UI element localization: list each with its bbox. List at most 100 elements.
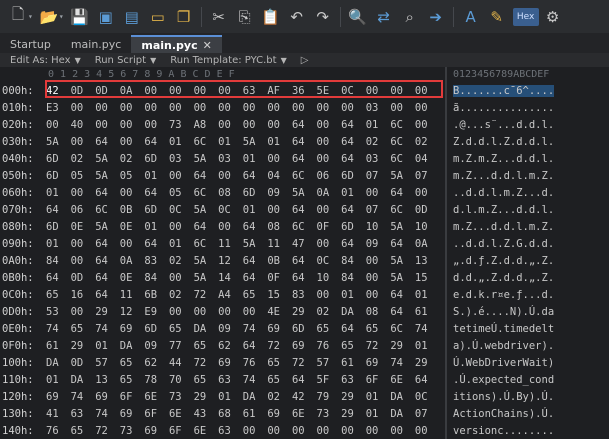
hex-byte[interactable]: 78 [144, 374, 169, 386]
hex-byte[interactable]: 53 [46, 306, 71, 318]
hex-byte[interactable]: 64 [243, 340, 268, 352]
hex-byte[interactable]: 00 [317, 238, 342, 250]
hex-byte[interactable]: 6C [194, 238, 219, 250]
hex-byte[interactable]: 03 [218, 153, 243, 165]
hex-byte[interactable]: 00 [317, 289, 342, 301]
hex-row[interactable]: 010h: E3 00 00 00 00 00 00 00 00 00 00 00 00 03 00 00 [0, 99, 444, 116]
hex-byte[interactable]: 57 [95, 357, 120, 369]
ascii-row[interactable]: Ú.WebDriverWait) [453, 354, 554, 371]
hex-byte[interactable]: 00 [415, 425, 440, 437]
hex-byte[interactable]: 69 [95, 391, 120, 403]
hex-byte[interactable]: 00 [317, 153, 342, 165]
hex-byte[interactable]: 62 [144, 357, 169, 369]
hex-byte[interactable]: E3 [46, 102, 71, 114]
hex-byte[interactable]: DA [390, 408, 415, 420]
hex-byte[interactable]: 6F [120, 391, 145, 403]
hex-row[interactable]: 0E0h: 74 65 74 69 6D 65 DA 09 74 69 6D 65 64 65 6C 74 [0, 320, 444, 337]
hex-byte[interactable]: 00 [169, 85, 194, 97]
hex-byte[interactable]: DA [71, 374, 96, 386]
hex-byte[interactable]: 64 [243, 255, 268, 267]
hex-byte[interactable]: 00 [144, 85, 169, 97]
hex-byte[interactable]: 65 [194, 374, 219, 386]
ascii-row[interactable]: „.d.ƒ.Z.d.d.„.Z. [453, 252, 554, 269]
hex-byte[interactable]: 00 [390, 85, 415, 97]
run-script-dropdown[interactable]: Run Script ▼ [95, 55, 157, 66]
hex-byte[interactable]: 01 [169, 136, 194, 148]
hex-byte[interactable]: 00 [194, 102, 219, 114]
hex-row[interactable]: 030h: 5A 00 64 00 64 01 6C 01 5A 01 64 00 64 02 6C 02 [0, 133, 444, 150]
hex-byte[interactable]: 65 [267, 374, 292, 386]
hex-byte[interactable]: 01 [243, 204, 268, 216]
undo-icon[interactable]: ↶ [285, 5, 309, 29]
hex-row[interactable]: 040h: 6D 02 5A 02 6D 03 5A 03 01 00 64 00 64 03 6C 04 [0, 150, 444, 167]
new-file-dropdown-icon[interactable]: ▾ [28, 12, 33, 21]
hex-byte[interactable]: 00 [390, 102, 415, 114]
hex-byte[interactable]: 65 [341, 340, 366, 352]
hex-byte[interactable]: 72 [366, 340, 391, 352]
hex-byte[interactable]: 41 [46, 408, 71, 420]
hex-byte[interactable]: 5A [390, 221, 415, 233]
hex-byte[interactable]: 03 [366, 102, 391, 114]
hex-byte[interactable]: 65 [120, 357, 145, 369]
hex-byte[interactable]: 00 [267, 425, 292, 437]
hex-byte[interactable]: 0E [120, 272, 145, 284]
hex-byte[interactable]: 5A [46, 136, 71, 148]
hex-byte[interactable]: 64 [390, 238, 415, 250]
hex-byte[interactable]: 63 [243, 85, 268, 97]
ascii-row[interactable]: m.Z...d.d.l.m.Z. [453, 167, 554, 184]
hex-byte[interactable]: 00 [366, 425, 391, 437]
hex-byte[interactable]: 5A [292, 187, 317, 199]
ascii-row[interactable]: ..d.d.l.m.Z...d. [453, 184, 554, 201]
hex-byte[interactable]: 0D [71, 272, 96, 284]
hex-byte[interactable]: 84 [46, 255, 71, 267]
hex-byte[interactable]: DA [243, 391, 268, 403]
hex-byte[interactable]: 07 [415, 408, 440, 420]
hex-byte[interactable]: 09 [144, 340, 169, 352]
hex-byte[interactable]: 00 [317, 119, 342, 131]
hex-row[interactable]: 0B0h: 64 0D 64 0E 84 00 5A 14 64 0F 64 10 84 00 5A 15 [0, 269, 444, 286]
hex-byte[interactable]: 01 [366, 391, 391, 403]
hex-byte[interactable]: 02 [267, 391, 292, 403]
hex-byte[interactable]: 64 [194, 170, 219, 182]
hex-byte[interactable]: 83 [292, 289, 317, 301]
ascii-row[interactable]: .@...s¨...d.d.l. [453, 116, 554, 133]
hex-byte[interactable]: 61 [243, 408, 268, 420]
hex-byte[interactable]: 68 [218, 408, 243, 420]
hex-byte[interactable]: 6E [194, 425, 219, 437]
hex-byte[interactable]: 00 [317, 204, 342, 216]
hex-byte[interactable]: 74 [390, 357, 415, 369]
hex-byte[interactable]: 00 [366, 255, 391, 267]
hex-byte[interactable]: 0C [169, 204, 194, 216]
hex-row[interactable]: 110h: 01 DA 13 65 78 70 65 63 74 65 64 5F 63 6F 6E 64 [0, 371, 444, 388]
hex-byte[interactable]: 00 [194, 306, 219, 318]
hex-byte[interactable]: 0D [95, 85, 120, 97]
hex-byte[interactable]: 64 [341, 119, 366, 131]
hex-byte[interactable]: 4E [267, 306, 292, 318]
hex-byte[interactable]: 00 [243, 102, 268, 114]
hex-byte[interactable]: 73 [169, 391, 194, 403]
hex-toggle-button[interactable]: Hex [512, 7, 539, 26]
hex-byte[interactable]: 74 [46, 323, 71, 335]
hex-row[interactable]: 0C0h: 65 16 64 11 6B 02 72 A4 65 15 83 00 01 00 64 01 [0, 286, 444, 303]
hex-byte[interactable]: 0F [317, 221, 342, 233]
hex-byte[interactable]: 00 [292, 102, 317, 114]
hex-byte[interactable]: 00 [292, 425, 317, 437]
hex-byte[interactable]: 64 [144, 136, 169, 148]
hex-byte[interactable]: 00 [120, 136, 145, 148]
hex-byte[interactable]: 0E [71, 221, 96, 233]
hex-byte[interactable]: 07 [415, 170, 440, 182]
hex-byte[interactable]: 29 [95, 306, 120, 318]
hex-byte[interactable]: DA [46, 357, 71, 369]
hex-byte[interactable]: 70 [169, 374, 194, 386]
ascii-row[interactable]: a).Ú.webdriver). [453, 337, 554, 354]
hex-byte[interactable]: 64 [46, 272, 71, 284]
hex-byte[interactable]: 73 [169, 119, 194, 131]
hex-byte[interactable]: 10 [366, 221, 391, 233]
hex-byte[interactable]: 36 [292, 85, 317, 97]
hex-byte[interactable]: 05 [71, 170, 96, 182]
hex-byte[interactable]: 6D [292, 323, 317, 335]
hex-byte[interactable]: 0A [120, 85, 145, 97]
hex-byte[interactable]: 00 [341, 425, 366, 437]
hex-byte[interactable]: 69 [366, 357, 391, 369]
save-icon[interactable]: 💾 [68, 5, 92, 29]
